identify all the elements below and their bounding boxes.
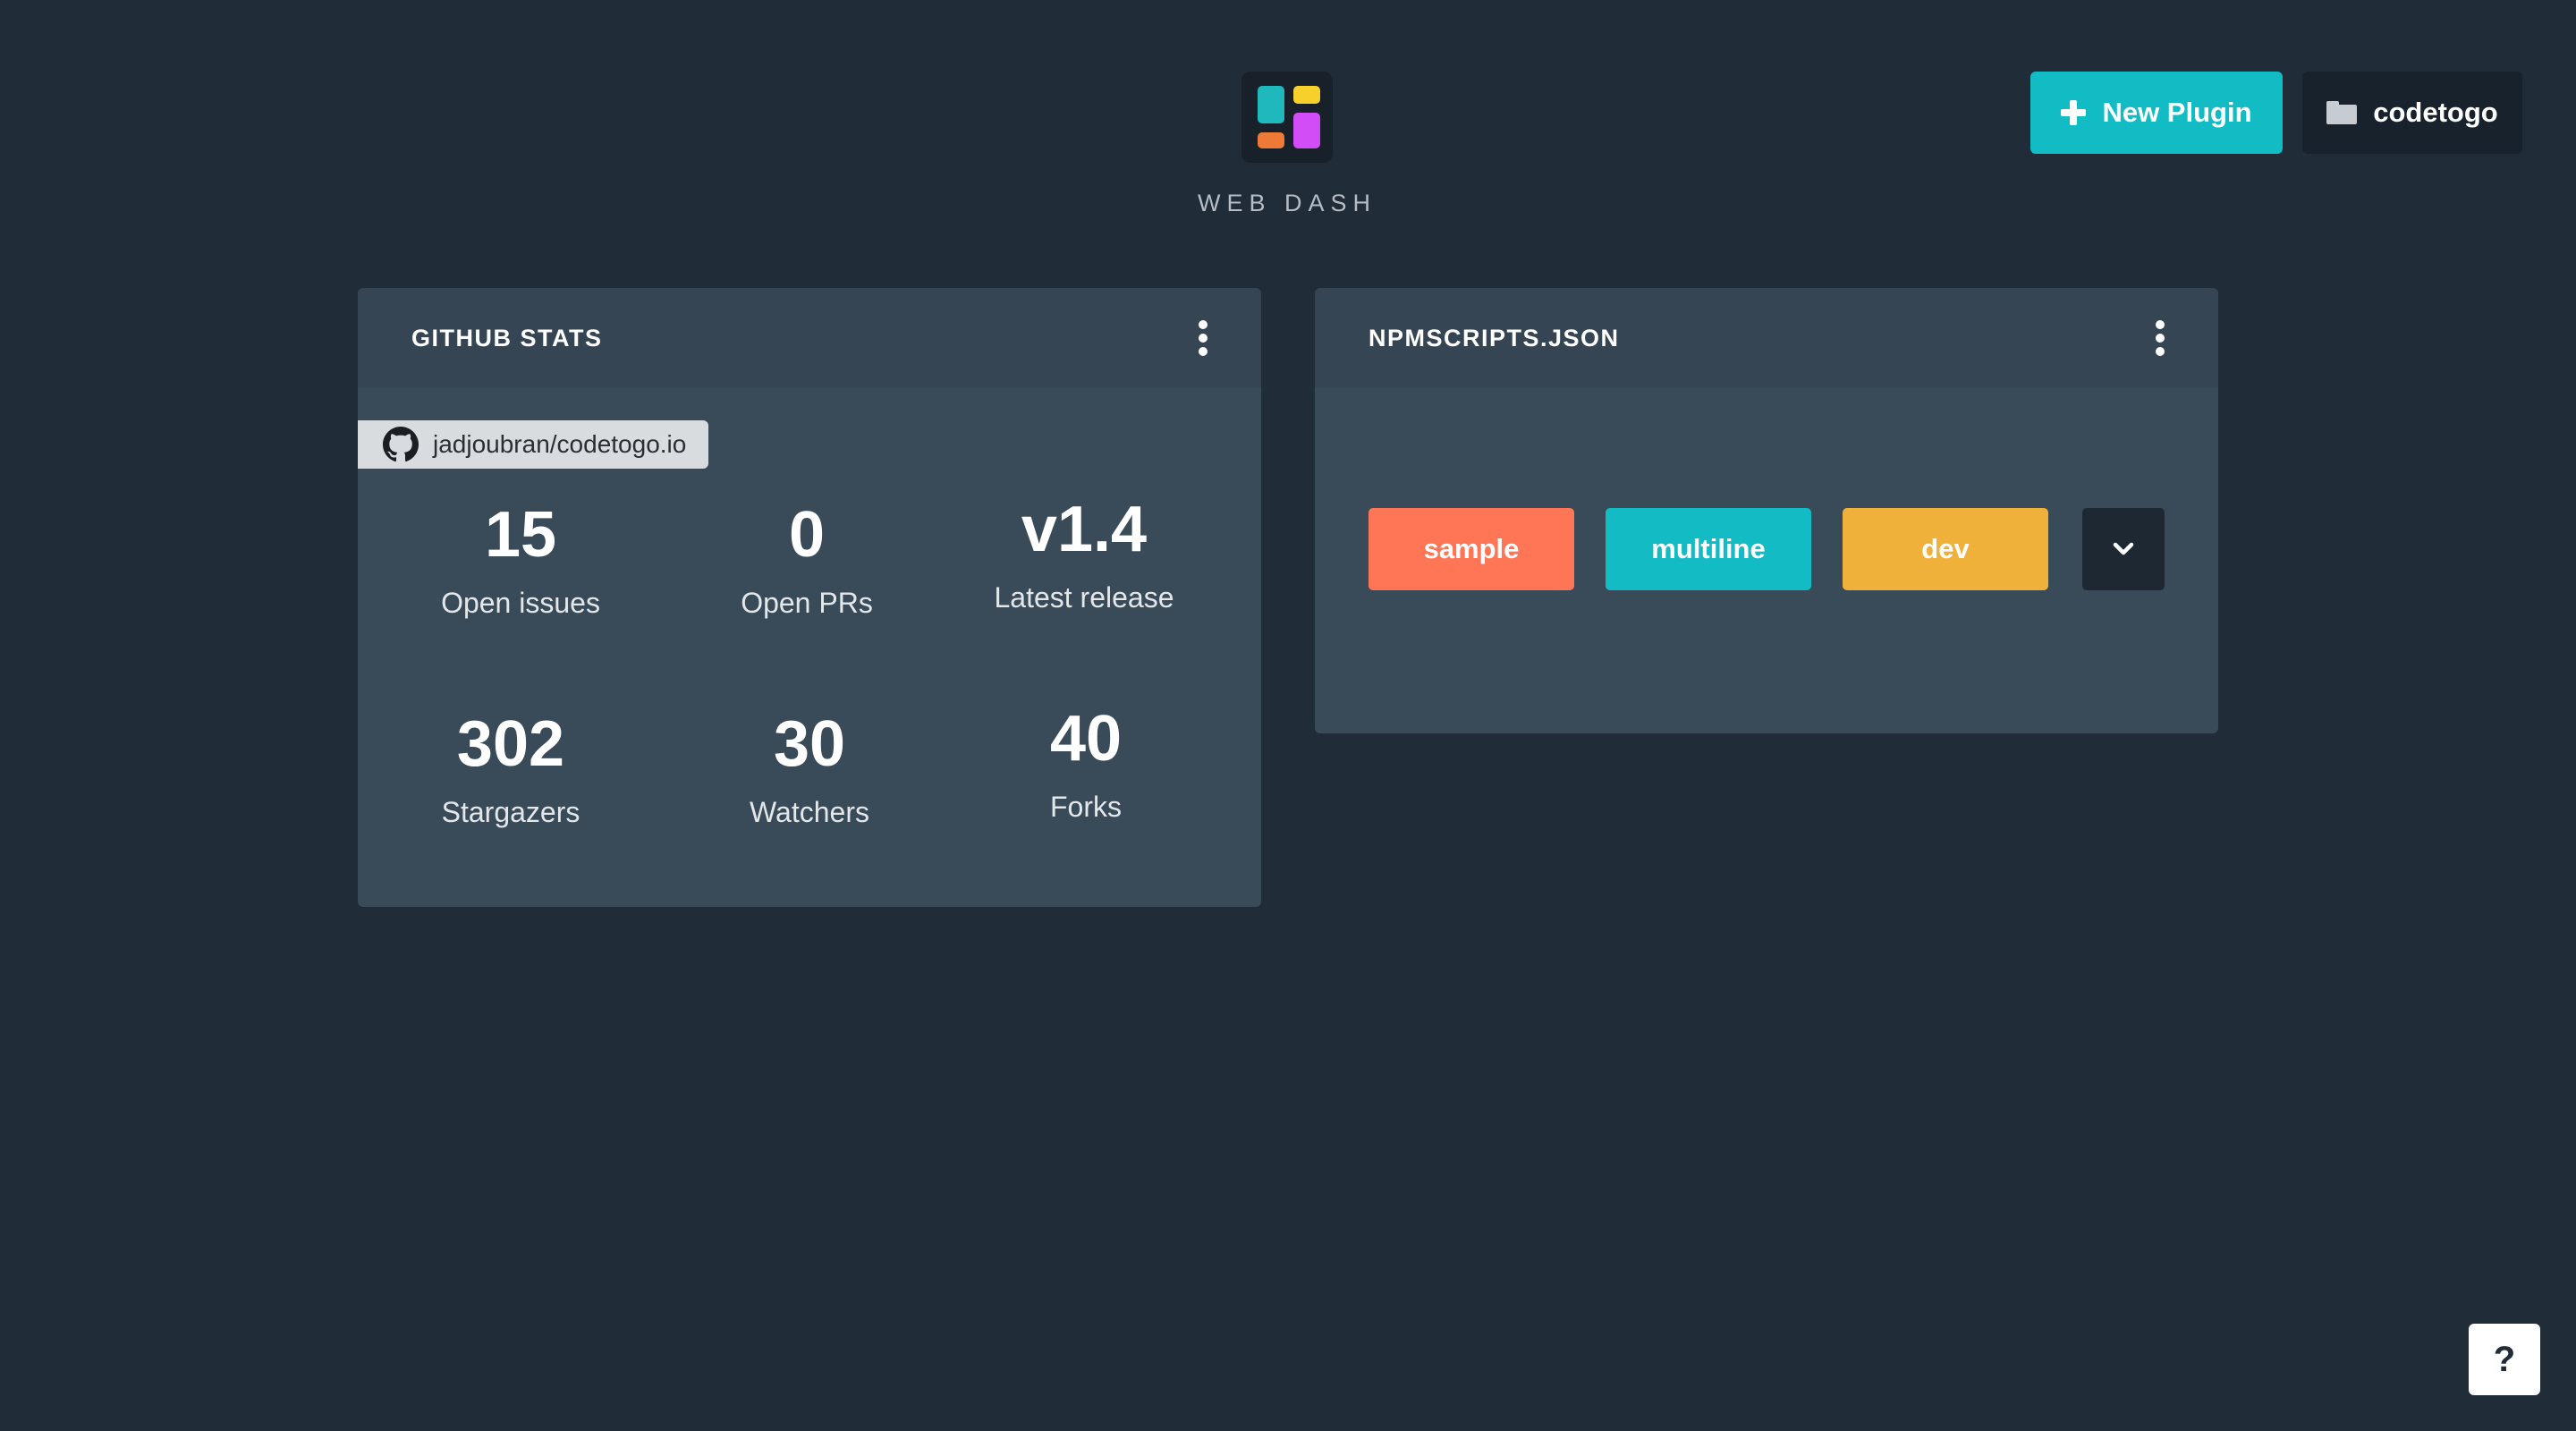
- script-button-multiline[interactable]: multiline: [1606, 508, 1811, 590]
- script-button-dev[interactable]: dev: [1843, 508, 2048, 590]
- stat-open-issues: 15 Open issues: [373, 503, 668, 620]
- logo-square-teal: [1258, 86, 1284, 123]
- kebab-dot: [1199, 320, 1208, 329]
- stat-value: 30: [773, 708, 846, 780]
- logo-square-pink: [1293, 113, 1320, 148]
- npm-scripts-card: NPMSCRIPTS.JSON sample multiline dev: [1315, 288, 2218, 733]
- project-label: codetogo: [2373, 97, 2498, 128]
- stat-value: v1.4: [1021, 494, 1148, 565]
- stat-stargazers: 302 Stargazers: [363, 712, 658, 829]
- stat-label: Watchers: [750, 796, 869, 828]
- repo-name: jadjoubran/codetogo.io: [433, 430, 687, 458]
- new-plugin-button[interactable]: New Plugin: [2030, 72, 2283, 154]
- script-button-sample[interactable]: sample: [1368, 508, 1574, 590]
- stat-latest-release: v1.4 Latest release: [936, 497, 1232, 614]
- plus-icon: [2061, 100, 2087, 125]
- stat-label: Latest release: [994, 581, 1174, 614]
- logo-square-yellow: [1293, 86, 1320, 104]
- help-button[interactable]: ?: [2469, 1324, 2540, 1395]
- stat-value: 40: [1049, 703, 1123, 775]
- github-icon: [383, 427, 419, 462]
- app-logo: [1241, 72, 1333, 163]
- stat-label: Open PRs: [741, 587, 873, 619]
- logo-square-orange: [1258, 132, 1284, 148]
- stat-value: 302: [456, 708, 565, 780]
- card-title: GITHUB STATS: [411, 324, 603, 351]
- chevron-down-icon: [2113, 542, 2134, 555]
- kebab-dot: [2156, 334, 2165, 343]
- stat-label: Forks: [1050, 791, 1122, 823]
- more-scripts-button[interactable]: [2082, 508, 2165, 590]
- stat-value: 0: [788, 499, 826, 571]
- stat-open-prs: 0 Open PRs: [659, 503, 954, 620]
- repo-link[interactable]: jadjoubran/codetogo.io: [358, 420, 708, 469]
- card-menu-button[interactable]: [1188, 315, 1218, 361]
- stat-forks: 40 Forks: [938, 707, 1233, 824]
- stat-value: 15: [484, 499, 557, 571]
- app-title: WEB DASH: [1197, 190, 1377, 216]
- kebab-dot: [2156, 320, 2165, 329]
- kebab-dot: [2156, 347, 2165, 356]
- stat-label: Open issues: [441, 587, 600, 619]
- stat-label: Stargazers: [441, 796, 580, 828]
- kebab-dot: [1199, 334, 1208, 343]
- project-button[interactable]: codetogo: [2302, 72, 2522, 154]
- kebab-dot: [1199, 347, 1208, 356]
- card-header: GITHUB STATS: [358, 288, 1261, 388]
- card-title: NPMSCRIPTS.JSON: [1368, 324, 1620, 351]
- folder-icon: [2326, 101, 2358, 124]
- card-menu-button[interactable]: [2145, 315, 2175, 361]
- card-header: NPMSCRIPTS.JSON: [1315, 288, 2218, 388]
- new-plugin-label: New Plugin: [2102, 97, 2252, 128]
- github-stats-card: GITHUB STATS jadjoubran/codetogo.io 15 O…: [358, 288, 1261, 907]
- stat-watchers: 30 Watchers: [662, 712, 957, 829]
